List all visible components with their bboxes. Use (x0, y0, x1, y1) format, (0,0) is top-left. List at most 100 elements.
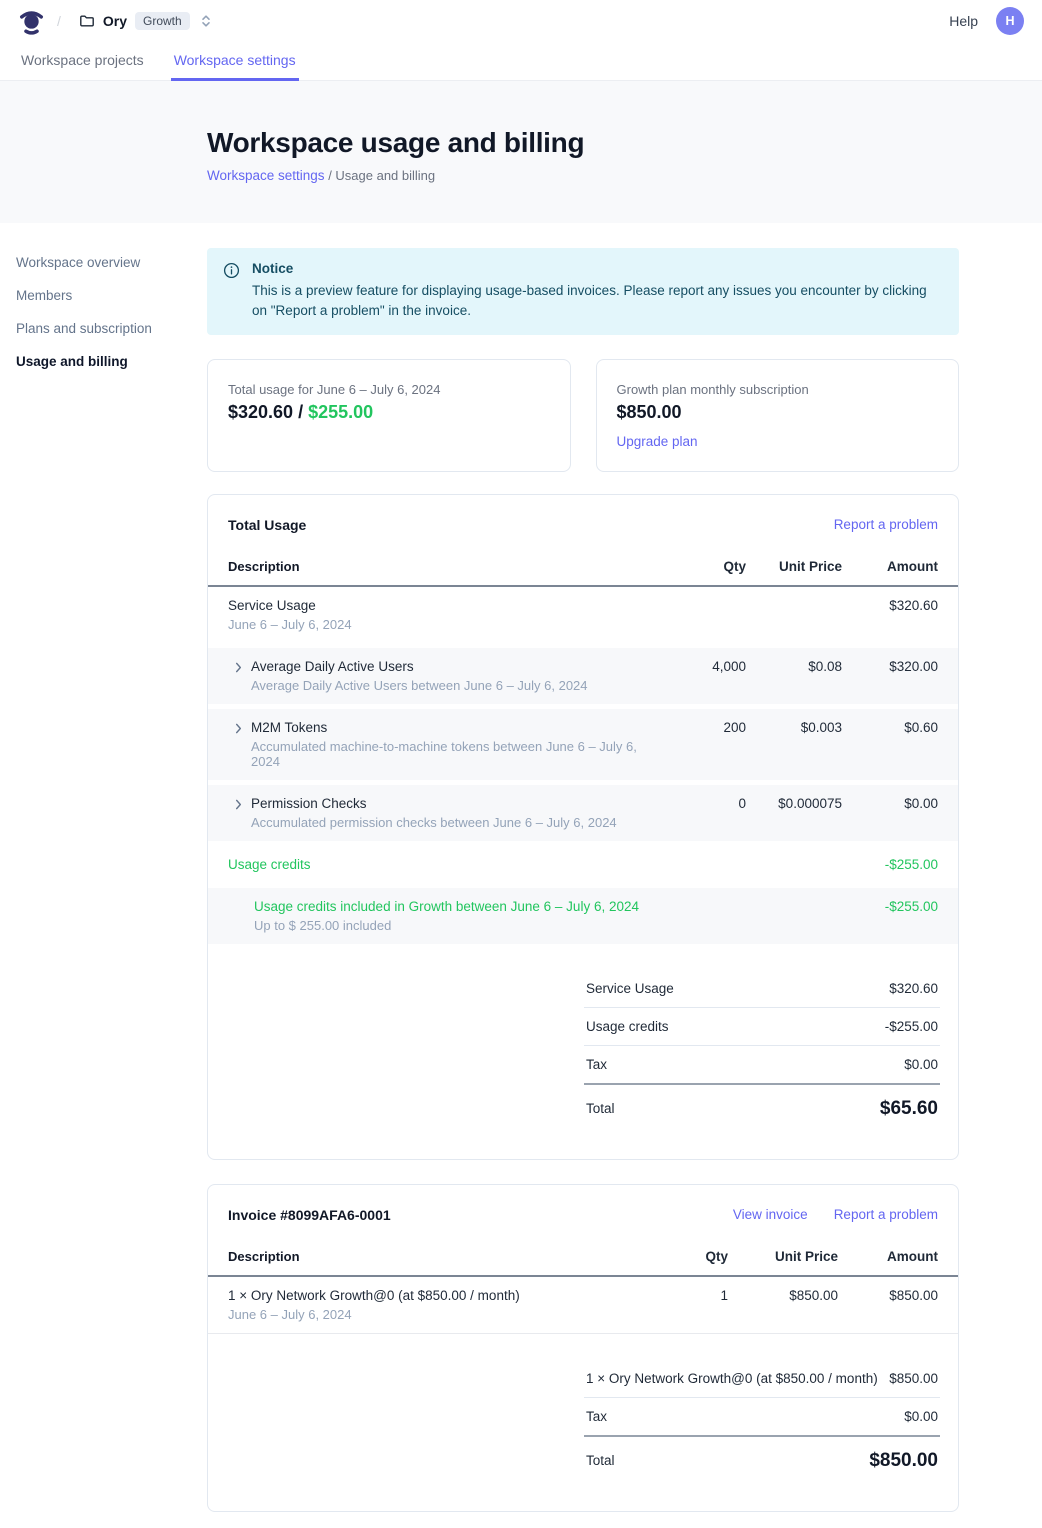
report-problem-link[interactable]: Report a problem (834, 517, 938, 532)
usage-invoice-card: Total Usage Report a problem Description… (207, 494, 959, 1160)
usage-amount-separator: / (293, 402, 308, 422)
row-subtitle: Average Daily Active Users between June … (251, 678, 588, 693)
chevron-right-icon[interactable] (234, 662, 243, 673)
totals-row-tax: Tax $0.00 (584, 1046, 940, 1085)
totals-row-total: Total $65.60 (584, 1085, 940, 1131)
totals-label: Tax (586, 1409, 607, 1424)
tab-workspace-projects[interactable]: Workspace projects (18, 42, 147, 81)
totals-value: -$255.00 (885, 1019, 938, 1034)
folder-icon (79, 13, 95, 29)
notice-title: Notice (252, 261, 943, 276)
totals-row-service-usage: Service Usage $320.60 (584, 970, 940, 1008)
workspace-name: Ory (103, 13, 127, 29)
col-amount: Amount (842, 559, 938, 574)
col-qty: Qty (668, 1249, 728, 1264)
row-subtitle: Accumulated permission checks between Ju… (251, 815, 617, 830)
total-usage-card: Total usage for June 6 – July 6, 2024 $3… (207, 359, 571, 472)
totals-value: $0.00 (904, 1409, 938, 1424)
row-subtitle: June 6 – July 6, 2024 (228, 1307, 520, 1322)
col-description: Description (228, 1249, 668, 1264)
table-row-usage-credits-detail: Usage credits included in Growth between… (208, 888, 958, 944)
help-link[interactable]: Help (949, 13, 978, 29)
totals-label: Total (586, 1453, 615, 1468)
row-subtitle: Up to $ 255.00 included (254, 918, 639, 933)
row-qty: 1 (668, 1288, 728, 1303)
totals-value: $850.00 (889, 1371, 938, 1386)
sidebar-item-workspace-overview[interactable]: Workspace overview (16, 253, 191, 272)
usage-amount: $320.60 (228, 402, 293, 422)
row-title: Average Daily Active Users (251, 659, 588, 674)
usage-table-header: Description Qty Unit Price Amount (208, 549, 958, 587)
view-invoice-link[interactable]: View invoice (733, 1207, 808, 1222)
notice-banner: Notice This is a preview feature for dis… (207, 248, 959, 335)
workspace-switcher[interactable]: Ory Growth (79, 12, 212, 30)
table-row-permission-checks[interactable]: Permission Checks Accumulated permission… (208, 785, 958, 841)
row-title: Service Usage (228, 598, 352, 613)
selector-chevrons-icon[interactable] (200, 14, 212, 28)
sidebar-item-usage-and-billing[interactable]: Usage and billing (16, 352, 191, 371)
row-amount: $0.00 (842, 796, 938, 811)
sidebar-item-members[interactable]: Members (16, 286, 191, 305)
summary-cards: Total usage for June 6 – July 6, 2024 $3… (207, 359, 959, 472)
workspace-tabs: Workspace projects Workspace settings (0, 42, 1042, 81)
totals-value: $850.00 (869, 1450, 938, 1472)
chevron-right-icon[interactable] (234, 723, 243, 734)
row-qty: 0 (662, 796, 746, 811)
table-row-service-usage: Service Usage June 6 – July 6, 2024 $320… (208, 587, 958, 643)
invoice-table-header: Description Qty Unit Price Amount (208, 1239, 958, 1277)
row-amount: $320.60 (842, 598, 938, 613)
plan-subscription-card: Growth plan monthly subscription $850.00… (596, 359, 960, 472)
page-header: Workspace usage and billing Workspace se… (0, 81, 1042, 223)
col-unit-price: Unit Price (746, 559, 842, 574)
totals-row-usage-credits: Usage credits -$255.00 (584, 1008, 940, 1046)
plan-label: Growth plan monthly subscription (617, 382, 939, 397)
row-amount: $0.60 (842, 720, 938, 735)
table-row-adau[interactable]: Average Daily Active Users Average Daily… (208, 648, 958, 704)
table-row-m2m-tokens[interactable]: M2M Tokens Accumulated machine-to-machin… (208, 709, 958, 780)
row-amount: -$255.00 (842, 857, 938, 872)
row-unit-price: $0.003 (746, 720, 842, 735)
totals-row-total: Total $850.00 (584, 1437, 940, 1483)
breadcrumb: Workspace settings / Usage and billing (207, 168, 1042, 183)
top-bar: / Ory Growth Help H (0, 0, 1042, 42)
invoice-title: Invoice #8099AFA6-0001 (228, 1207, 707, 1223)
ory-logo-icon[interactable] (18, 8, 45, 35)
row-title: 1 × Ory Network Growth@0 (at $850.00 / m… (228, 1288, 520, 1303)
row-subtitle: Accumulated machine-to-machine tokens be… (251, 739, 662, 769)
chevron-right-icon[interactable] (234, 799, 243, 810)
report-problem-link[interactable]: Report a problem (834, 1207, 938, 1222)
workspace-plan-badge: Growth (135, 12, 190, 30)
row-unit-price: $0.08 (746, 659, 842, 674)
invoice-totals: 1 × Ory Network Growth@0 (at $850.00 / m… (584, 1360, 940, 1483)
info-icon (223, 262, 240, 322)
totals-row-tax: Tax $0.00 (584, 1398, 940, 1437)
usage-card-title: Total Usage (228, 517, 808, 533)
col-unit-price: Unit Price (728, 1249, 838, 1264)
settings-sidebar: Workspace overview Members Plans and sub… (0, 223, 207, 401)
upgrade-plan-link[interactable]: Upgrade plan (617, 434, 698, 449)
row-title: M2M Tokens (251, 720, 662, 735)
total-usage-value: $320.60 / $255.00 (228, 402, 550, 423)
row-qty: 200 (662, 720, 746, 735)
totals-label: Tax (586, 1057, 607, 1072)
breadcrumb-settings-link[interactable]: Workspace settings (207, 168, 325, 183)
row-subtitle: June 6 – July 6, 2024 (228, 617, 352, 632)
col-amount: Amount (838, 1249, 938, 1264)
totals-label: 1 × Ory Network Growth@0 (at $850.00 / m… (586, 1371, 878, 1386)
totals-value: $320.60 (889, 981, 938, 996)
row-amount: $320.00 (842, 659, 938, 674)
breadcrumb-separator: / (57, 13, 61, 29)
row-amount: $850.00 (838, 1288, 938, 1303)
plan-value: $850.00 (617, 402, 939, 423)
totals-label: Service Usage (586, 981, 674, 996)
breadcrumb-current: / Usage and billing (328, 168, 435, 183)
table-row-usage-credits: Usage credits -$255.00 (208, 846, 958, 883)
notice-body: This is a preview feature for displaying… (252, 281, 943, 322)
totals-value: $0.00 (904, 1057, 938, 1072)
user-avatar[interactable]: H (996, 7, 1024, 35)
row-unit-price: $850.00 (728, 1288, 838, 1303)
total-usage-label: Total usage for June 6 – July 6, 2024 (228, 382, 550, 397)
tab-workspace-settings[interactable]: Workspace settings (171, 42, 299, 81)
totals-label: Usage credits (586, 1019, 669, 1034)
sidebar-item-plans-and-subscription[interactable]: Plans and subscription (16, 319, 191, 338)
